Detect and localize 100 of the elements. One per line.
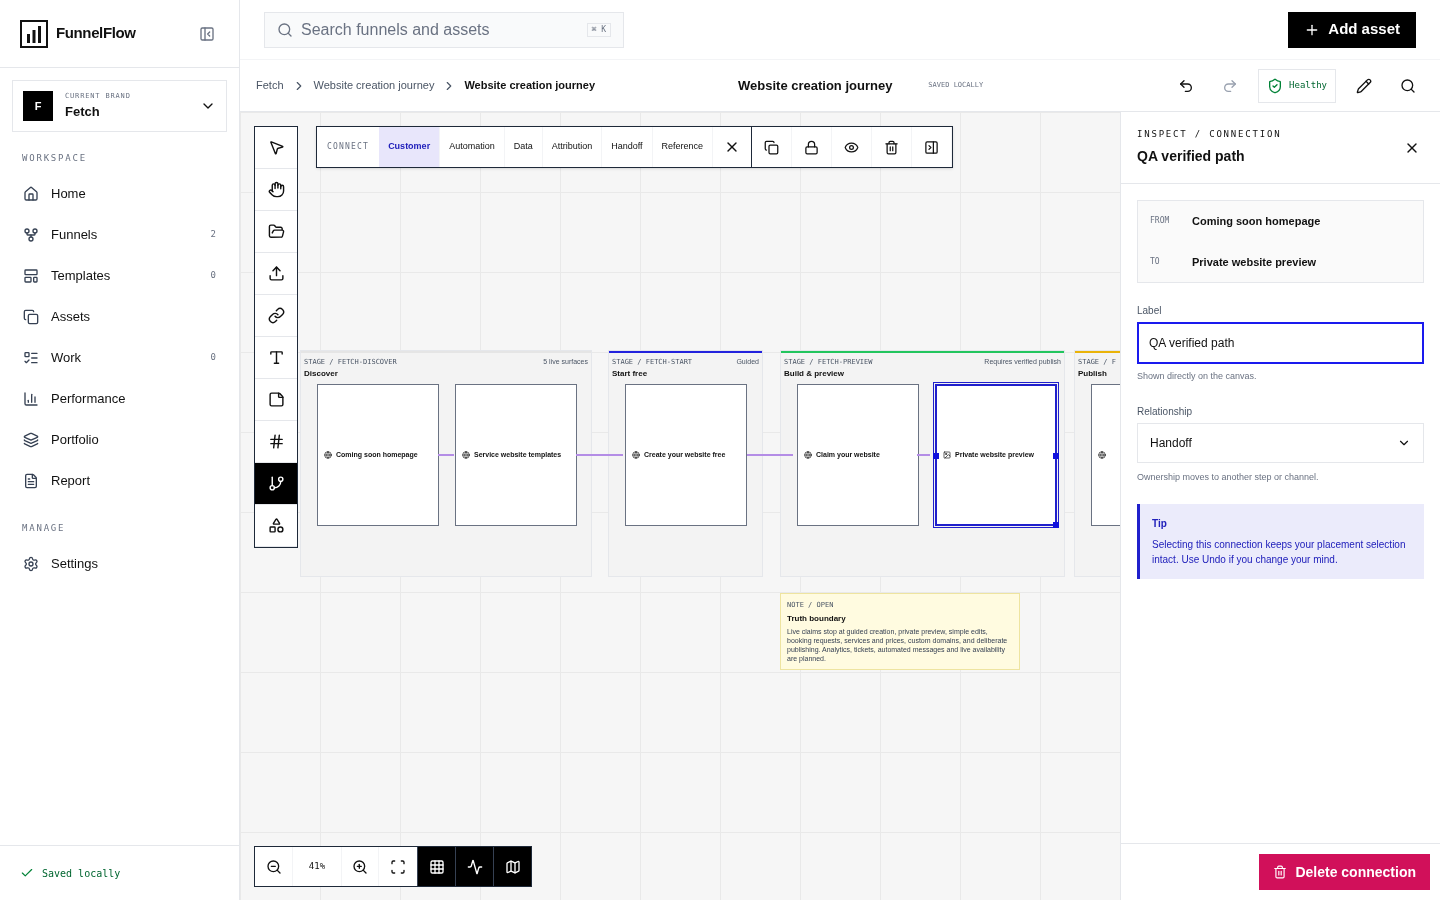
connection-type-option[interactable]: Attribution (542, 127, 603, 167)
logo-icon (20, 19, 48, 48)
pointer-icon (267, 139, 285, 156)
relationship-select[interactable]: Handoff (1137, 422, 1424, 463)
brand-name: FunnelFlow (56, 23, 136, 44)
stage-title: Start free (611, 367, 649, 380)
connection-type-option[interactable]: Automation (440, 127, 505, 167)
from-step: Coming soon homepage (1192, 213, 1411, 230)
search-box[interactable]: Search funnels and assets ⌘ K (264, 11, 624, 48)
stage-title: Build & preview (783, 367, 845, 380)
globe-icon (1098, 451, 1106, 459)
map-icon (504, 858, 521, 875)
field-help: Ownership moves to another step or channel. (1137, 470, 1320, 484)
resize-handle[interactable] (1053, 522, 1059, 528)
field-help: Shown directly on the canvas. (1137, 370, 1258, 383)
stage-title: Publish (1077, 367, 1108, 380)
nav-item[interactable]: Funnels 2 (0, 214, 239, 256)
document-title: Website creation journey (738, 76, 893, 95)
zoom-in-icon (352, 858, 368, 875)
breadcrumb-link[interactable]: Fetch (256, 77, 284, 94)
pulse-icon (466, 858, 483, 875)
nav-item[interactable]: Home (0, 173, 239, 215)
connection-handle[interactable] (933, 453, 939, 459)
connection-type-option[interactable]: Data (504, 127, 543, 167)
nav-item[interactable]: Report (0, 460, 239, 502)
shield-icon (1267, 77, 1284, 94)
layers-icon (23, 432, 39, 448)
section-title: MANAGE (21, 521, 67, 535)
from-label: FROM (1150, 215, 1171, 228)
shortcut-hint: ⌘ K (586, 22, 611, 37)
note-title: Truth boundary (787, 612, 847, 625)
globe-icon (324, 451, 332, 459)
view-toggle[interactable] (455, 847, 493, 886)
delete-connection-button[interactable]: Delete connection (1259, 854, 1430, 890)
image-icon (943, 451, 951, 459)
to-label: TO (1150, 255, 1161, 268)
globe-icon (462, 451, 470, 459)
settings-icon (23, 555, 39, 572)
duplicate-icon (764, 139, 780, 155)
current-breadcrumb: Website creation journey (464, 78, 595, 94)
stage-title: Discover (303, 367, 339, 380)
view-toggle[interactable] (417, 847, 455, 886)
tip-title: Tip (1152, 517, 1168, 531)
connect-label: CONNECT (326, 141, 371, 153)
connection-handle[interactable] (1053, 453, 1059, 459)
search-field[interactable]: Search funnels and assets (301, 17, 579, 42)
eye-icon (844, 139, 860, 155)
add-asset-button[interactable]: Add asset (1288, 11, 1416, 48)
text-icon (267, 349, 285, 366)
globe-icon (632, 451, 640, 459)
undo-icon (1178, 77, 1195, 94)
fit-icon (390, 858, 406, 875)
field-label: Label (1137, 304, 1163, 318)
zoom-level: 41% (307, 859, 327, 873)
nav-item[interactable]: Templates 0 (0, 255, 239, 297)
nav-item[interactable]: Work 0 (0, 337, 239, 379)
nav-item[interactable]: Performance (0, 378, 239, 420)
lock-icon (804, 139, 820, 155)
grid-icon (428, 858, 445, 875)
breadcrumb-link[interactable]: Website creation journey (313, 77, 435, 94)
hand-icon (267, 181, 285, 198)
connection-type-option[interactable]: Customer (379, 127, 441, 167)
list-icon (23, 350, 39, 366)
zoom-in-button[interactable] (341, 847, 379, 886)
trash-icon (1273, 865, 1288, 879)
shapes-icon (267, 517, 285, 534)
to-step: Private website preview (1192, 253, 1411, 270)
nav-item[interactable]: Settings (0, 543, 239, 584)
zoom-out-icon (265, 858, 282, 875)
panel-icon (924, 139, 940, 155)
link-icon (267, 307, 285, 324)
tool-button[interactable] (255, 463, 297, 505)
nav-count: 2 (210, 228, 216, 242)
nav-count: 0 (210, 269, 216, 283)
upload-icon (267, 265, 285, 282)
copy-icon (23, 309, 39, 325)
connection-type-option[interactable]: Reference (652, 127, 714, 167)
field-label: Relationship (1137, 404, 1194, 419)
fork-icon (23, 227, 39, 243)
label-input[interactable]: QA verified path (1137, 322, 1424, 364)
inspector-title: QA verified path (1137, 146, 1246, 166)
health-badge[interactable]: Healthy (1258, 68, 1336, 103)
template-icon (23, 268, 39, 284)
note-card[interactable] (780, 593, 1020, 670)
connection-type-option[interactable]: Handoff (602, 127, 653, 167)
note-icon (267, 391, 285, 408)
folder-icon (267, 223, 285, 240)
nav-count: 0 (210, 351, 216, 365)
bar-chart-icon (23, 391, 39, 407)
view-toggle[interactable] (493, 847, 531, 886)
search-icon (1400, 77, 1416, 94)
pencil-icon (1356, 77, 1372, 94)
check-icon (20, 866, 34, 880)
save-status: Saved locally (42, 866, 121, 881)
sidebar-toggle-icon (199, 25, 215, 42)
nav-item[interactable]: Portfolio (0, 419, 239, 461)
canvas[interactable] (240, 112, 1120, 900)
trash-icon (884, 139, 900, 155)
home-icon (23, 186, 39, 202)
nav-item[interactable]: Assets (0, 296, 239, 338)
